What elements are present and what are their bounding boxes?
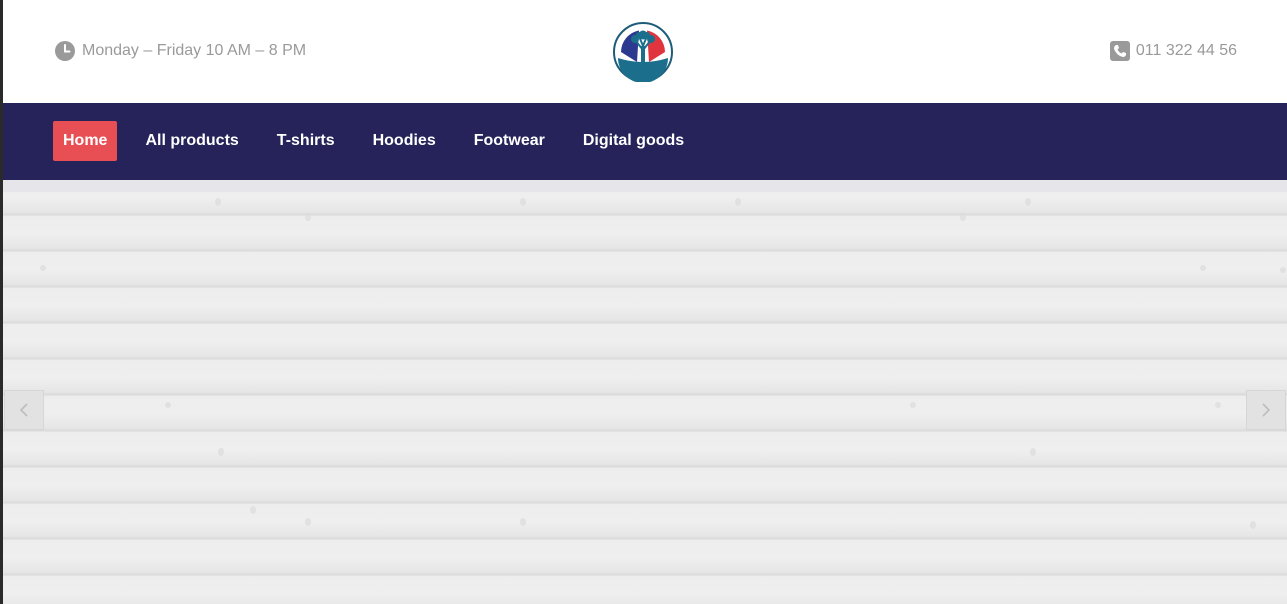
- phone-number-text: 011 322 44 56: [1135, 42, 1237, 59]
- chevron-right-icon: [1262, 403, 1271, 417]
- phone-icon: [1109, 41, 1130, 61]
- nav-item-digital-goods[interactable]: Digital goods: [573, 121, 694, 161]
- chevron-left-icon: [19, 403, 28, 417]
- tree-logo-icon: [613, 22, 673, 83]
- nav-item-all-products[interactable]: All products: [135, 121, 248, 161]
- window-edge: [0, 0, 3, 604]
- top-header: Monday – Friday 10 AM – 8 PM 011 322 44 …: [3, 0, 1287, 103]
- main-navigation: Home All products T-shirts Hoodies Footw…: [3, 103, 1287, 180]
- clock-icon: [55, 41, 75, 61]
- site-logo[interactable]: [613, 22, 673, 83]
- page: Monday – Friday 10 AM – 8 PM 011 322 44 …: [0, 0, 1287, 604]
- wood-texture: [40, 198, 1286, 529]
- nav-item-hoodies[interactable]: Hoodies: [363, 121, 446, 161]
- phone-number[interactable]: 011 322 44 56: [1109, 41, 1237, 61]
- nav-item-home[interactable]: Home: [53, 121, 118, 161]
- nav-item-footwear[interactable]: Footwear: [464, 121, 555, 161]
- opening-hours: Monday – Friday 10 AM – 8 PM: [55, 41, 306, 61]
- slider-next-button[interactable]: [1246, 390, 1286, 430]
- hero-slider: [3, 180, 1287, 604]
- opening-hours-text: Monday – Friday 10 AM – 8 PM: [82, 42, 307, 59]
- nav-menu: Home All products T-shirts Hoodies Footw…: [53, 121, 712, 161]
- slider-prev-button[interactable]: [4, 390, 44, 430]
- nav-item-t-shirts[interactable]: T-shirts: [267, 121, 345, 161]
